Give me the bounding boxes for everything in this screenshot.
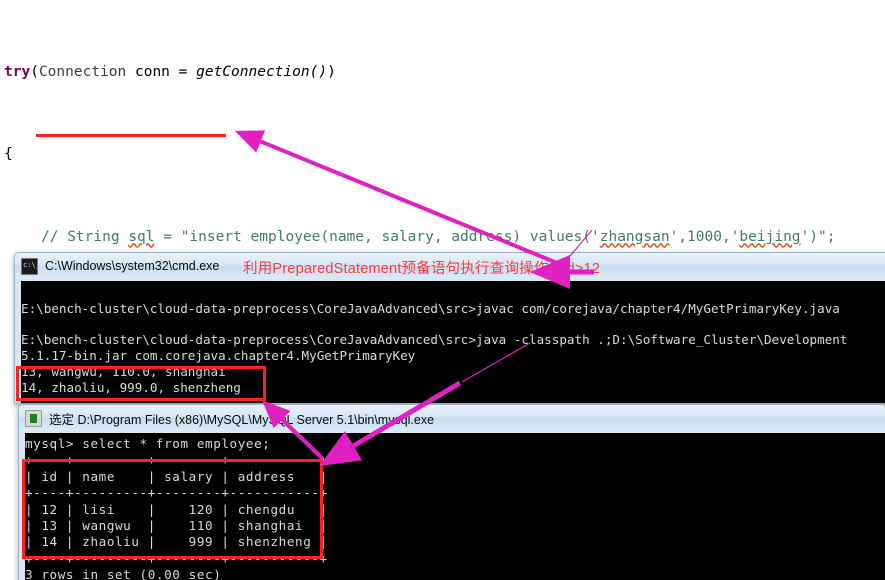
cmd-icon <box>21 257 40 275</box>
mysql-line-prompt: mysql> select * from employee; <box>25 436 271 451</box>
method-getconnection: getConnection() <box>196 63 328 80</box>
cmd-titlebar[interactable]: C:\Windows\system32\cmd.exe 利用PreparedSt… <box>15 253 885 279</box>
var-conn: conn <box>134 63 170 80</box>
annotation-note-chinese: 利用PreparedStatement预备语句执行查询操作，id>12 <box>243 261 601 277</box>
mysql-line-sep-top: +----+---------+--------+-----------+ <box>25 452 328 468</box>
mysql-line-sep-mid: +----+---------+--------+-----------+ <box>25 485 328 501</box>
screenshot-root: try(Connection conn = getConnection()) {… <box>0 0 885 580</box>
cmd-line-4: 5.1.17-bin.jar com.corejava.chapter4.MyG… <box>21 348 416 364</box>
code-line-2: { <box>0 144 885 165</box>
setint-underline-highlight <box>36 134 226 137</box>
code-line-3-comment: // String sql = "insert employee(name, s… <box>41 228 836 245</box>
mysql-console-output[interactable]: mysql> select * from employee; +----+---… <box>25 433 885 580</box>
cmd-line-3: E:\bench-cluster\cloud-data-preprocess\C… <box>21 332 848 348</box>
mysql-icon <box>25 409 42 427</box>
type-connection: Connection <box>38 63 127 80</box>
cmd-line-1: E:\bench-cluster\cloud-data-preprocess\C… <box>21 300 840 316</box>
mysql-row-13: | 13 | wangwu | 110 | shanghai | <box>25 518 328 534</box>
cmd-line-6-result: 14, zhaoliu, 999.0, shenzheng <box>21 379 241 395</box>
mysql-rows-footer: 3 rows in set (0.00 sec) <box>25 567 222 580</box>
cmd-console-output[interactable]: E:\bench-cluster\cloud-data-preprocess\C… <box>21 281 885 403</box>
mysql-window[interactable]: 选定 D:\Program Files (x86)\MySQL\MySQL Se… <box>18 404 885 580</box>
code-line-1: try(Connection conn = getConnection()) <box>4 63 336 80</box>
keyword-try: try <box>4 63 31 80</box>
mysql-window-title: 选定 D:\Program Files (x86)\MySQL\MySQL Se… <box>49 412 435 427</box>
mysql-line-sep-bottom: +----+---------+--------+-----------+ <box>25 550 328 566</box>
cmd-line-5-result: 13, wangwu, 110.0, shanghai <box>21 363 226 379</box>
mysql-row-12: | 12 | lisi | 120 | chengdu | <box>25 501 328 517</box>
cmd-window-title: C:\Windows\system32\cmd.exe <box>45 259 220 273</box>
mysql-line-header: | id | name | salary | address | <box>25 468 328 484</box>
mysql-titlebar[interactable]: 选定 D:\Program Files (x86)\MySQL\MySQL Se… <box>19 405 885 431</box>
mysql-row-14: | 14 | zhaoliu | 999 | shenzheng | <box>25 534 328 550</box>
brace-open-1: { <box>4 146 13 163</box>
cmd-window[interactable]: C:\Windows\system32\cmd.exe 利用PreparedSt… <box>14 252 885 404</box>
